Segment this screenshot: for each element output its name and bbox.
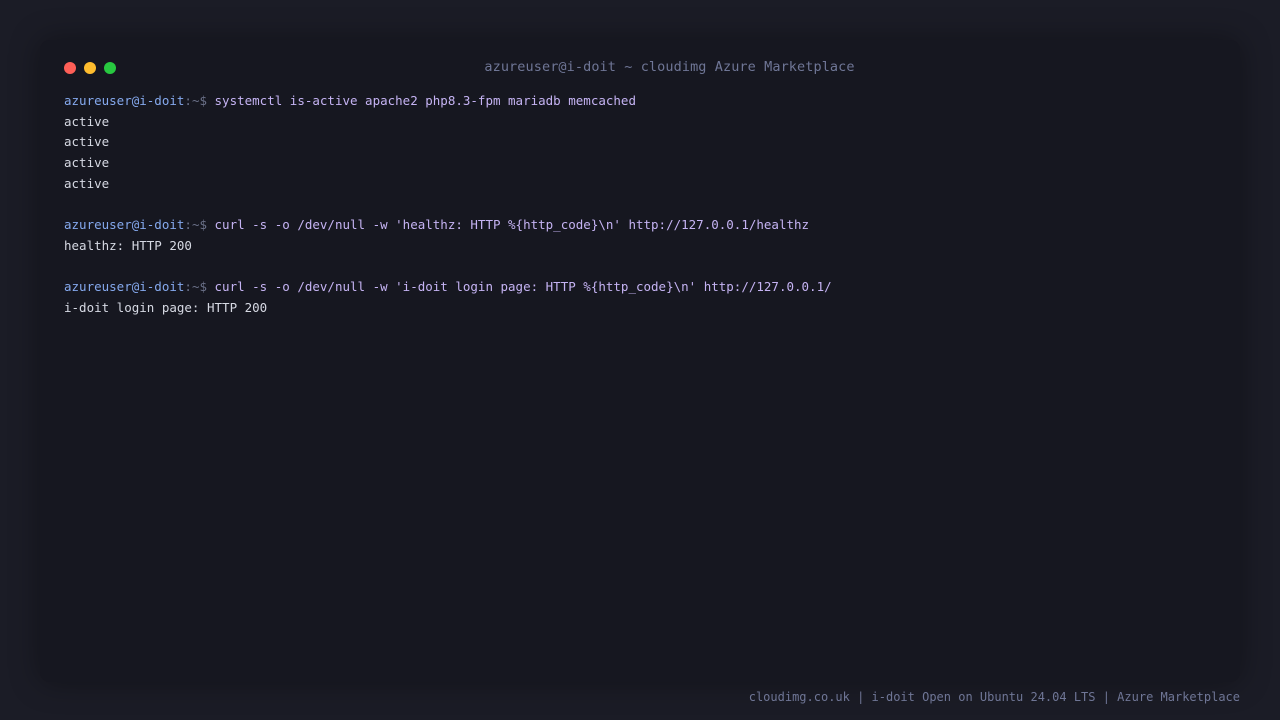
prompt-user-host: azureuser@i-doit bbox=[64, 279, 185, 295]
footer-caption: cloudimg.co.uk | i-doit Open on Ubuntu 2… bbox=[748, 690, 1240, 704]
prompt-path-symbol: :~$ bbox=[184, 93, 207, 108]
window-title: azureuser@i-doit ~ cloudimg Azure Market… bbox=[484, 59, 855, 75]
prompt-path-symbol: :~$ bbox=[184, 279, 207, 295]
command-text: curl -s -o /dev/null -w 'healthz: HTTP %… bbox=[214, 217, 810, 233]
title-bar: azureuser@i-doit ~ cloudimg Azure Market… bbox=[40, 40, 1240, 96]
output-line: active bbox=[64, 155, 110, 171]
command-line: azureuser@i-doit:~$ curl -s -o /dev/null… bbox=[64, 215, 1214, 236]
prompt-user-host: azureuser@i-doit bbox=[64, 93, 185, 108]
terminal-output[interactable]: azureuser@i-doit:~$ systemctl is-active … bbox=[64, 91, 1214, 319]
output-line: active bbox=[64, 134, 110, 150]
command-line: azureuser@i-doit:~$ curl -s -o /dev/null… bbox=[64, 277, 1214, 298]
output-line: i-doit login page: HTTP 200 bbox=[64, 299, 268, 315]
command-text: systemctl is-active apache2 php8.3-fpm m… bbox=[214, 93, 636, 108]
prompt-user-host: azureuser@i-doit bbox=[64, 217, 185, 233]
output-line: active bbox=[64, 175, 110, 191]
prompt-path-symbol: :~$ bbox=[184, 217, 207, 233]
command-line: azureuser@i-doit:~$ systemctl is-active … bbox=[64, 91, 1214, 112]
output-line: healthz: HTTP 200 bbox=[64, 237, 192, 253]
output-line: active bbox=[64, 113, 110, 129]
command-text: curl -s -o /dev/null -w 'i-doit login pa… bbox=[214, 279, 832, 295]
terminal-window: azureuser@i-doit ~ cloudimg Azure Market… bbox=[40, 40, 1240, 682]
